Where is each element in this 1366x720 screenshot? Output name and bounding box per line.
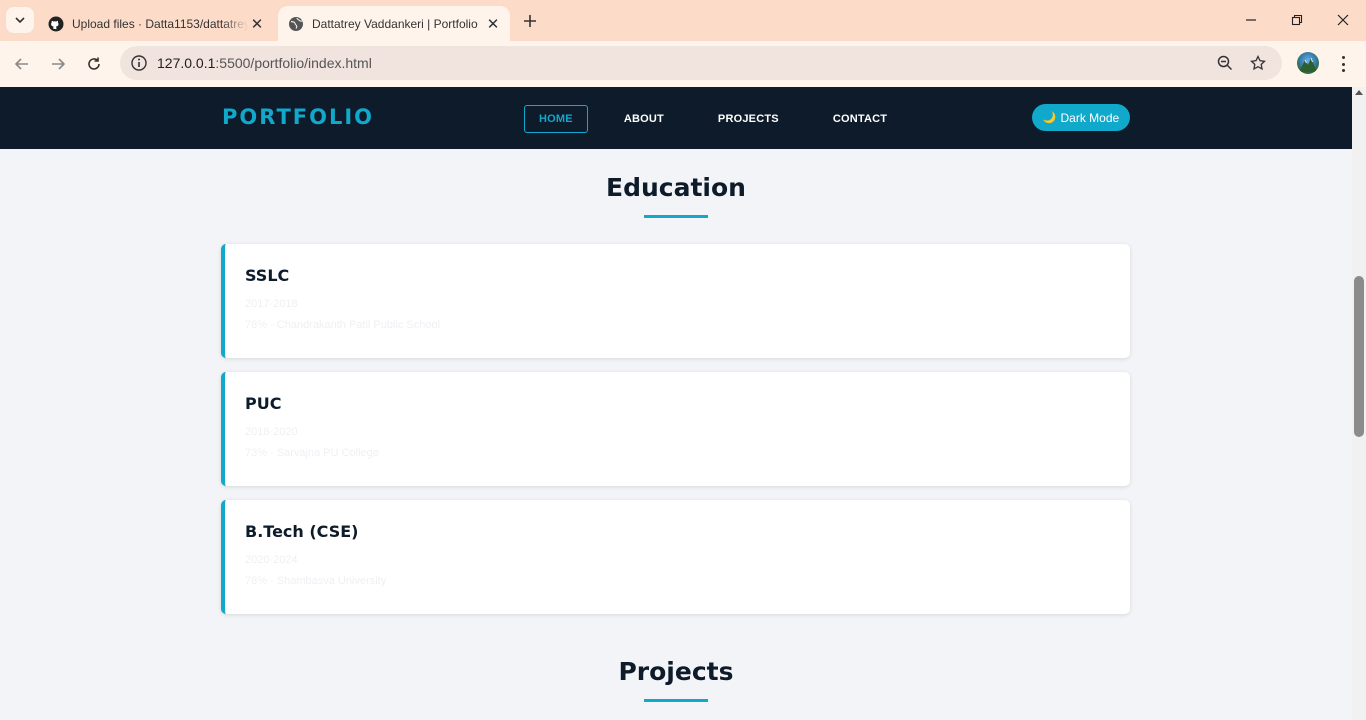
tab-title: Upload files · Datta1153/dattatrey: [72, 16, 248, 31]
browser-menu-button[interactable]: [1334, 53, 1352, 75]
education-card: B.Tech (CSE) 2020-2024 78% - Shambasva U…: [221, 500, 1130, 614]
education-card: PUC 2018-2020 73% - Sarvajna PU College: [221, 372, 1130, 486]
site-info-icon[interactable]: [130, 54, 148, 72]
nav-projects[interactable]: PROJECTS: [704, 106, 793, 132]
close-icon: [1337, 14, 1349, 26]
page-scrollbar[interactable]: [1352, 87, 1366, 720]
main-nav: HOME ABOUT PROJECTS CONTACT: [524, 105, 905, 133]
card-title: SSLC: [245, 266, 290, 285]
card-detail: 73% - Sarvajna PU College: [245, 447, 379, 459]
reload-icon: [88, 57, 100, 70]
browser-toolbar: 127.0.0.1:5500/portfolio/index.html: [0, 41, 1366, 87]
new-tab-button[interactable]: [518, 9, 542, 33]
zoom-out-icon: [1217, 55, 1233, 71]
url-host: 127.0.0.1: [157, 55, 216, 71]
restore-icon: [1291, 14, 1303, 26]
avatar-icon: [1299, 57, 1317, 72]
card-years: 2018-2020: [245, 426, 298, 438]
arrow-left-icon: [14, 58, 28, 70]
projects-title: Projects: [618, 657, 734, 686]
globe-icon: [289, 16, 303, 31]
tab-upload-files[interactable]: Upload files · Datta1153/dattatrey ✕: [38, 6, 274, 41]
arrow-right-icon: [52, 58, 66, 70]
back-button[interactable]: [8, 50, 36, 78]
card-title: PUC: [245, 394, 282, 413]
url-path: :5500/portfolio/index.html: [215, 55, 372, 71]
close-icon[interactable]: ✕: [484, 15, 502, 33]
card-title: B.Tech (CSE): [245, 522, 359, 541]
tab-portfolio[interactable]: Dattatrey Vaddankeri | Portfolio ✕: [278, 6, 510, 41]
site-logo[interactable]: PORTFOLIO: [222, 105, 374, 129]
kebab-dot: [1341, 69, 1345, 72]
title-underline: [644, 699, 708, 702]
nav-home[interactable]: HOME: [524, 105, 588, 133]
nav-about[interactable]: ABOUT: [610, 106, 678, 132]
site-header: PORTFOLIO HOME ABOUT PROJECTS CONTACT 🌙 …: [0, 87, 1352, 149]
page-viewport: PORTFOLIO HOME ABOUT PROJECTS CONTACT 🌙 …: [0, 87, 1352, 720]
tab-title: Dattatrey Vaddankeri | Portfolio: [312, 16, 478, 31]
card-detail: 78% - Chandrakanth Patil Public School: [245, 319, 441, 331]
star-icon: [1250, 55, 1266, 71]
title-underline: [644, 215, 708, 218]
card-years: 2020-2024: [245, 554, 298, 566]
zoom-button[interactable]: [1215, 53, 1235, 73]
close-icon[interactable]: ✕: [248, 15, 266, 33]
card-years: 2017-2018: [245, 298, 298, 310]
dark-mode-label: Dark Mode: [1060, 110, 1120, 125]
reload-button[interactable]: [80, 50, 108, 78]
profile-avatar[interactable]: [1297, 52, 1319, 74]
card-detail: 78% - Shambasva University: [245, 575, 387, 587]
tab-search-button[interactable]: [6, 7, 34, 33]
minimize-button[interactable]: [1228, 0, 1274, 40]
minimize-icon: [1246, 19, 1256, 21]
kebab-dot: [1341, 62, 1345, 66]
nav-contact[interactable]: CONTACT: [819, 106, 901, 132]
url-text[interactable]: 127.0.0.1:5500/portfolio/index.html: [157, 55, 372, 71]
forward-button[interactable]: [44, 50, 72, 78]
education-card: SSLC 2017-2018 78% - Chandrakanth Patil …: [221, 244, 1130, 358]
close-window-button[interactable]: [1320, 0, 1366, 40]
scroll-up-icon[interactable]: [1355, 90, 1363, 95]
education-title: Education: [606, 173, 746, 202]
github-icon: [48, 16, 64, 31]
kebab-dot: [1341, 56, 1345, 59]
bookmark-button[interactable]: [1248, 53, 1268, 73]
restore-button[interactable]: [1274, 0, 1320, 40]
address-bar[interactable]: 127.0.0.1:5500/portfolio/index.html: [120, 46, 1282, 80]
plus-icon: [524, 15, 536, 27]
moon-icon: 🌙: [1042, 112, 1057, 124]
chevron-down-icon: [15, 17, 25, 23]
scrollbar-thumb[interactable]: [1354, 276, 1364, 437]
dark-mode-button[interactable]: 🌙 Dark Mode: [1032, 104, 1130, 131]
browser-tabstrip: Upload files · Datta1153/dattatrey ✕ Dat…: [0, 0, 1366, 41]
